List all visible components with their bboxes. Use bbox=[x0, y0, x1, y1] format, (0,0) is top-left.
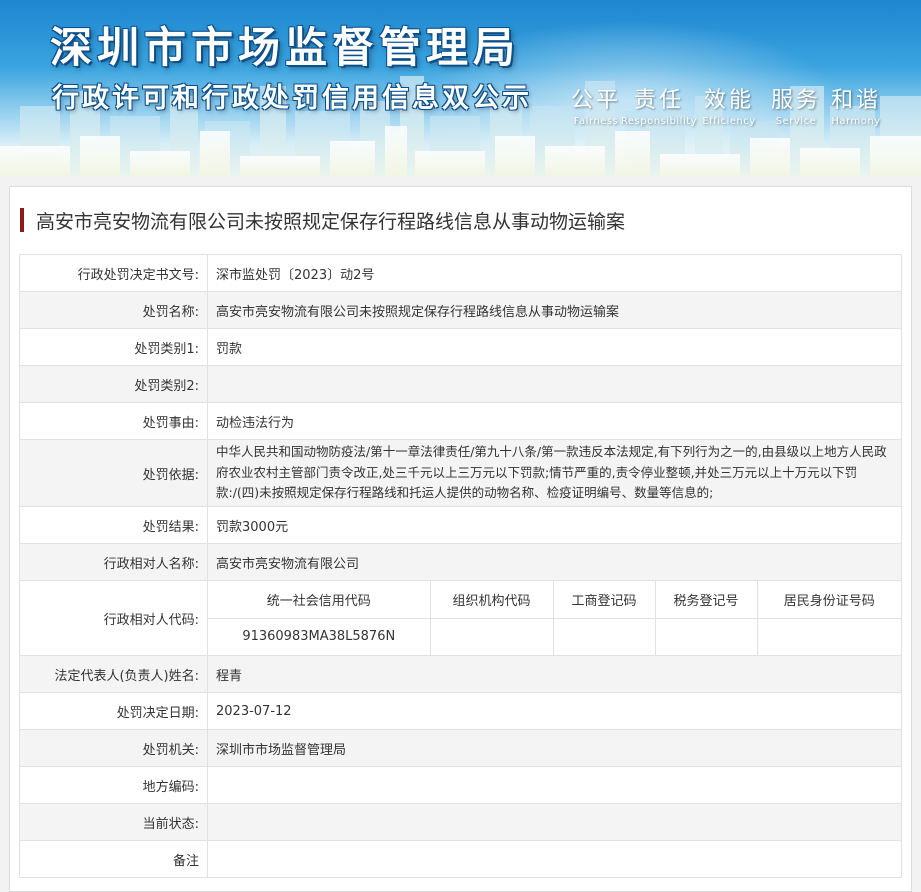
label-penalty-name: 处罚名称: bbox=[19, 291, 208, 329]
label-region-code: 地方编码: bbox=[19, 766, 208, 804]
value-basis: 中华人民共和国动物防疫法/第十一章法律责任/第九十八条/第一款违反本法规定,有下… bbox=[207, 439, 902, 507]
value-result: 罚款3000元 bbox=[207, 506, 902, 544]
label-decision-no: 行政处罚决定书文号: bbox=[19, 254, 208, 292]
value-category2 bbox=[207, 365, 902, 403]
header-business-reg: 工商登记码 bbox=[552, 581, 655, 619]
row-reason: 处罚事由: 动检违法行为 bbox=[19, 402, 902, 440]
value-status bbox=[207, 803, 902, 841]
slogan-en: Harmony bbox=[831, 116, 881, 127]
slogan-service: 服务 Service bbox=[766, 82, 826, 127]
label-reason: 处罚事由: bbox=[19, 402, 208, 440]
header-tax-reg: 税务登记号 bbox=[654, 581, 757, 619]
label-basis: 处罚依据: bbox=[19, 439, 208, 507]
code-header-row: 统一社会信用代码 组织机构代码 工商登记码 税务登记号 居民身份证号码 bbox=[208, 581, 901, 619]
value-party-name: 高安市亮安物流有限公司 bbox=[207, 543, 902, 581]
value-decision-date: 2023-07-12 bbox=[207, 692, 902, 730]
row-result: 处罚结果: 罚款3000元 bbox=[19, 506, 902, 544]
title-accent-bar bbox=[20, 208, 24, 232]
value-reason: 动检违法行为 bbox=[207, 402, 902, 440]
content-panel: 高安市亮安物流有限公司未按照规定保存行程路线信息从事动物运输案 行政处罚决定书文… bbox=[9, 186, 912, 892]
row-decision-no: 行政处罚决定书文号: 深市监处罚〔2023〕动2号 bbox=[19, 254, 902, 292]
row-legal-rep: 法定代表人(负责人)姓名: 程青 bbox=[19, 655, 902, 693]
row-category1: 处罚类别1: 罚款 bbox=[19, 328, 902, 366]
row-decision-date: 处罚决定日期: 2023-07-12 bbox=[19, 692, 902, 730]
row-penalty-name: 处罚名称: 高安市亮安物流有限公司未按照规定保存行程路线信息从事动物运输案 bbox=[19, 291, 902, 329]
party-code-cell: 统一社会信用代码 组织机构代码 工商登记码 税务登记号 居民身份证号码 9136… bbox=[207, 580, 902, 656]
value-tax-reg bbox=[654, 618, 757, 655]
row-party-code: 行政相对人代码: 统一社会信用代码 组织机构代码 工商登记码 税务登记号 居民身… bbox=[19, 580, 902, 656]
label-authority: 处罚机关: bbox=[19, 729, 208, 767]
row-authority: 处罚机关: 深圳市市场监督管理局 bbox=[19, 729, 902, 767]
value-credit-code: 91360983MA38L5876N bbox=[208, 618, 430, 655]
header-id-number: 居民身份证号码 bbox=[756, 581, 901, 619]
site-title: 深圳市市场监督管理局 bbox=[50, 23, 521, 72]
label-decision-date: 处罚决定日期: bbox=[19, 692, 208, 730]
label-party-name: 行政相对人名称: bbox=[19, 543, 208, 581]
row-party-name: 行政相对人名称: 高安市亮安物流有限公司 bbox=[19, 543, 902, 581]
header-banner: 深圳市市场监督管理局 行政许可和行政处罚信用信息双公示 公平 Fairness … bbox=[0, 0, 921, 176]
label-result: 处罚结果: bbox=[19, 506, 208, 544]
row-category2: 处罚类别2: bbox=[19, 365, 902, 403]
value-decision-no: 深市监处罚〔2023〕动2号 bbox=[207, 254, 902, 292]
slogan-cn: 公平 bbox=[570, 88, 621, 113]
slogan-cn: 责任 bbox=[633, 88, 684, 113]
value-category1: 罚款 bbox=[207, 328, 902, 366]
slogan-cn: 服务 bbox=[770, 88, 821, 113]
row-basis: 处罚依据: 中华人民共和国动物防疫法/第十一章法律责任/第九十八条/第一款违反本… bbox=[19, 439, 902, 507]
label-legal-rep: 法定代表人(负责人)姓名: bbox=[19, 655, 208, 693]
slogan-en: Efficiency bbox=[702, 116, 756, 127]
code-value-row: 91360983MA38L5876N bbox=[208, 618, 901, 655]
slogan-harmony: 和谐 Harmony bbox=[826, 82, 886, 127]
label-category1: 处罚类别1: bbox=[19, 328, 208, 366]
row-remarks: 备注 bbox=[19, 840, 902, 878]
row-region-code: 地方编码: bbox=[19, 766, 902, 804]
slogan-en: Responsibility bbox=[620, 116, 698, 127]
slogan-en: Service bbox=[775, 116, 817, 127]
label-status: 当前状态: bbox=[19, 803, 208, 841]
case-title-text: 高安市亮安物流有限公司未按照规定保存行程路线信息从事动物运输案 bbox=[36, 210, 626, 233]
label-remarks: 备注 bbox=[19, 840, 208, 878]
value-id-number bbox=[756, 618, 901, 655]
header-credit-code: 统一社会信用代码 bbox=[208, 581, 430, 619]
row-status: 当前状态: bbox=[19, 803, 902, 841]
slogan: 公平 Fairness 责任 Responsibility 效能 Efficie… bbox=[566, 82, 886, 127]
slogan-cn: 和谐 bbox=[830, 88, 881, 113]
party-code-table: 统一社会信用代码 组织机构代码 工商登记码 税务登记号 居民身份证号码 9136… bbox=[208, 581, 901, 655]
value-org-code bbox=[429, 618, 553, 655]
label-category2: 处罚类别2: bbox=[19, 365, 208, 403]
case-title: 高安市亮安物流有限公司未按照规定保存行程路线信息从事动物运输案 bbox=[20, 207, 625, 233]
site-subtitle: 行政许可和行政处罚信用信息双公示 bbox=[52, 83, 532, 114]
value-remarks bbox=[207, 840, 902, 878]
value-region-code bbox=[207, 766, 902, 804]
header-org-code: 组织机构代码 bbox=[429, 581, 553, 619]
slogan-cn: 效能 bbox=[703, 88, 754, 113]
slogan-en: Fairness bbox=[573, 116, 619, 127]
value-legal-rep: 程青 bbox=[207, 655, 902, 693]
value-business-reg bbox=[552, 618, 655, 655]
slogan-fairness: 公平 Fairness bbox=[566, 82, 626, 127]
slogan-efficiency: 效能 Efficiency bbox=[692, 82, 766, 127]
label-party-code: 行政相对人代码: bbox=[19, 580, 208, 656]
penalty-info-table: 行政处罚决定书文号: 深市监处罚〔2023〕动2号 处罚名称: 高安市亮安物流有… bbox=[19, 254, 902, 878]
value-penalty-name: 高安市亮安物流有限公司未按照规定保存行程路线信息从事动物运输案 bbox=[207, 291, 902, 329]
value-authority: 深圳市市场监督管理局 bbox=[207, 729, 902, 767]
slogan-responsibility: 责任 Responsibility bbox=[621, 82, 697, 127]
